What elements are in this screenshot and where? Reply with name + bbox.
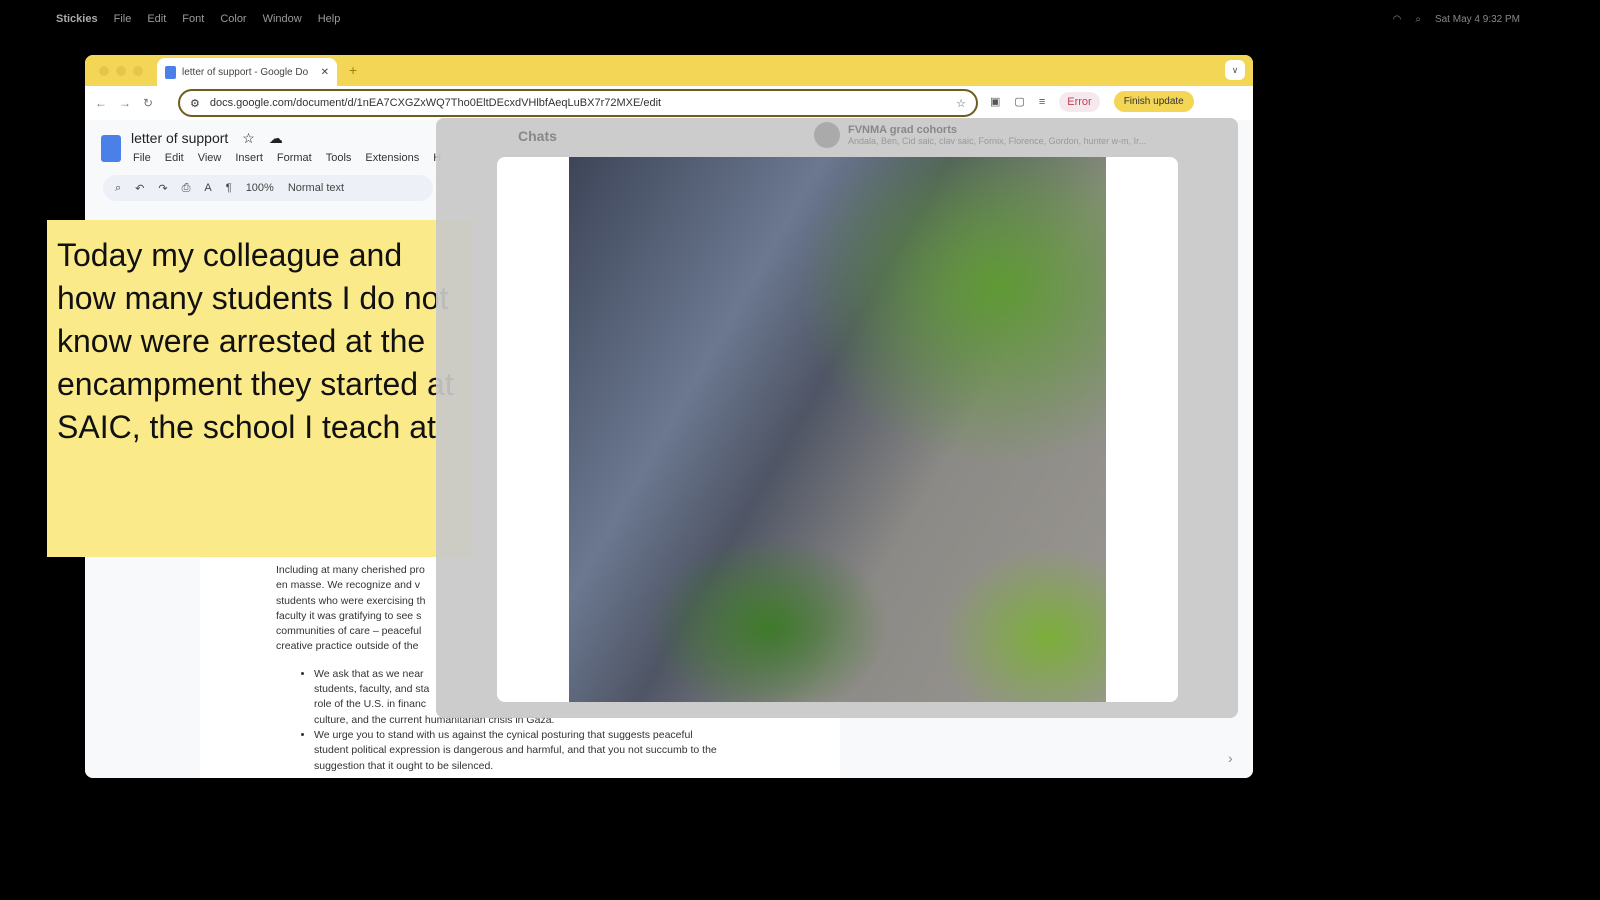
paint-format-icon[interactable]: ¶ bbox=[226, 182, 232, 194]
undo-icon[interactable]: ↶ bbox=[135, 182, 144, 195]
site-settings-icon[interactable]: ⚙ bbox=[190, 97, 200, 110]
close-tab-icon[interactable]: ✕ bbox=[321, 67, 329, 78]
group-members: Andala, Ben, Cid saic, clav saic, Fornix… bbox=[848, 136, 1147, 146]
sticky-note[interactable]: Today my colleague and how many students… bbox=[47, 220, 472, 557]
forward-icon[interactable]: → bbox=[119, 96, 131, 110]
address-bar[interactable]: ⚙ docs.google.com/document/d/1nEA7CXGZxW… bbox=[178, 89, 978, 117]
docs-menu-tools[interactable]: Tools bbox=[326, 152, 352, 164]
reading-list-icon[interactable]: ≡ bbox=[1039, 96, 1045, 108]
bookmark-star-icon[interactable]: ☆ bbox=[956, 97, 966, 110]
menu-help[interactable]: Help bbox=[318, 13, 341, 25]
clock[interactable]: Sat May 4 9:32 PM bbox=[1435, 14, 1520, 25]
spellcheck-icon[interactable]: A bbox=[204, 182, 211, 194]
menu-app[interactable]: Stickies bbox=[56, 13, 98, 25]
star-icon[interactable]: ☆ bbox=[242, 130, 255, 147]
chats-sidebar bbox=[436, 158, 496, 718]
docs-menu-edit[interactable]: Edit bbox=[165, 152, 184, 164]
docs-menu-insert[interactable]: Insert bbox=[235, 152, 263, 164]
doc-title[interactable]: letter of support bbox=[131, 130, 228, 147]
style-select[interactable]: Normal text bbox=[288, 182, 344, 194]
tab-search-chevron-icon[interactable]: ∨ bbox=[1225, 60, 1245, 80]
extension-icon[interactable]: ▣ bbox=[990, 95, 1000, 108]
bullet-item: We urge you to stand with us against the… bbox=[314, 728, 776, 774]
finish-update-button[interactable]: Finish update bbox=[1113, 91, 1194, 112]
group-name: FVNMA grad cohorts bbox=[848, 124, 957, 136]
docs-menu-format[interactable]: Format bbox=[277, 152, 312, 164]
new-tab-button[interactable]: + bbox=[349, 62, 357, 78]
back-icon[interactable]: ← bbox=[95, 96, 107, 110]
menu-file[interactable]: File bbox=[114, 13, 132, 25]
reload-icon[interactable]: ↻ bbox=[143, 96, 153, 110]
search-menus-icon[interactable]: ⌕ bbox=[115, 182, 121, 195]
menu-window[interactable]: Window bbox=[263, 13, 302, 25]
media-viewer[interactable] bbox=[497, 157, 1178, 702]
window-controls[interactable] bbox=[99, 66, 143, 76]
menu-bar: Stickies File Edit Font Color Window Hel… bbox=[0, 8, 1600, 30]
docs-toolbar: ⌕ ↶ ↷ ⎙ A ¶ 100% Normal text bbox=[103, 175, 433, 201]
protest-photo bbox=[569, 157, 1106, 702]
docs-menu-file[interactable]: File bbox=[133, 152, 151, 164]
menu-color[interactable]: Color bbox=[220, 13, 246, 25]
chevron-right-icon[interactable]: › bbox=[1228, 750, 1233, 766]
group-avatar bbox=[814, 122, 840, 148]
redo-icon[interactable]: ↷ bbox=[158, 182, 167, 195]
tab-title: letter of support - Google Do bbox=[182, 66, 309, 78]
docs-logo-icon[interactable] bbox=[101, 135, 121, 162]
search-icon[interactable]: ⌕ bbox=[1415, 14, 1421, 25]
menu-font[interactable]: Font bbox=[182, 13, 204, 25]
profile-button[interactable]: Error bbox=[1059, 91, 1100, 112]
url-text: docs.google.com/document/d/1nEA7CXGZxWQ7… bbox=[209, 97, 662, 109]
menu-edit[interactable]: Edit bbox=[147, 13, 166, 25]
print-icon[interactable]: ⎙ bbox=[182, 182, 191, 195]
docs-menu-view[interactable]: View bbox=[198, 152, 222, 164]
puzzle-icon[interactable]: ▢ bbox=[1014, 95, 1024, 108]
zoom-select[interactable]: 100% bbox=[246, 182, 274, 194]
toolbar-right: ▣ ▢ ≡ Error Finish update bbox=[990, 91, 1194, 112]
docs-menu: File Edit View Insert Format Tools Exten… bbox=[133, 152, 441, 164]
chats-title: Chats bbox=[518, 128, 557, 144]
group-header[interactable]: FVNMA grad cohorts Andala, Ben, Cid saic… bbox=[814, 122, 1146, 148]
tab-bar: letter of support - Google Do ✕ + ∨ bbox=[85, 55, 1253, 86]
docs-menu-extensions[interactable]: Extensions bbox=[365, 152, 419, 164]
cloud-icon[interactable]: ☁ bbox=[269, 130, 283, 147]
docs-icon bbox=[165, 65, 176, 79]
wifi-icon[interactable]: ◠ bbox=[1393, 14, 1402, 25]
tab-letter-of-support[interactable]: letter of support - Google Do ✕ bbox=[157, 58, 337, 86]
status-area: ◠ ⌕ Sat May 4 9:32 PM bbox=[1393, 8, 1520, 30]
